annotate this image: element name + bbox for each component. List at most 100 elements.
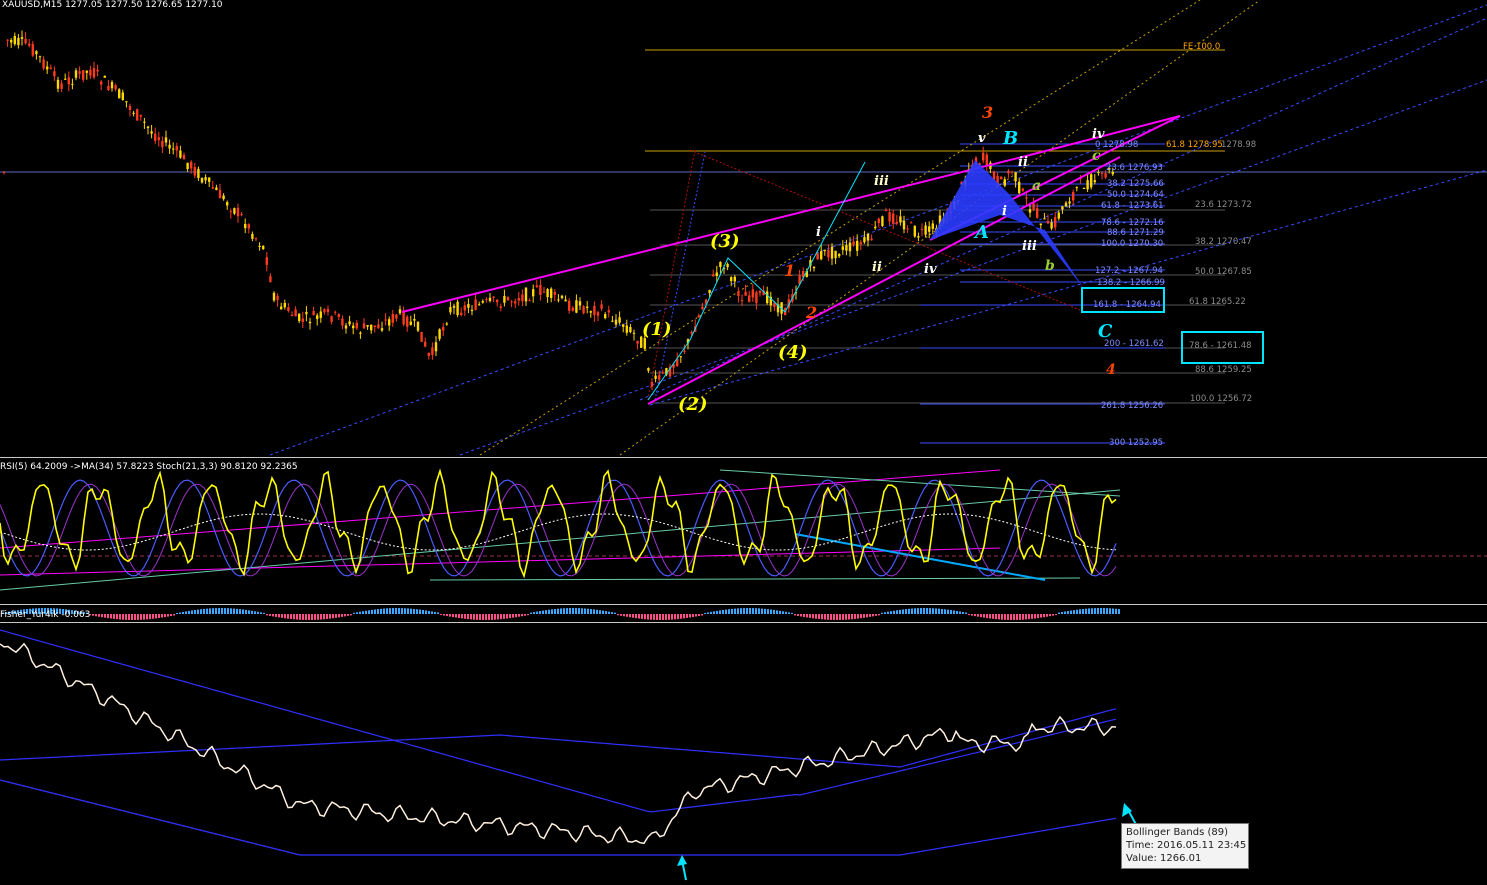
fisher-bar bbox=[944, 609, 946, 614]
candle-body bbox=[892, 213, 895, 224]
candle-body bbox=[683, 350, 686, 352]
candle-body bbox=[359, 332, 362, 334]
fisher-bar bbox=[167, 614, 169, 617]
fisher-bar bbox=[602, 610, 604, 614]
wave-label: (3) bbox=[710, 231, 740, 252]
fisher-bar bbox=[290, 614, 292, 620]
fisher-bar bbox=[884, 612, 886, 614]
candle-body bbox=[71, 83, 74, 85]
candle-body bbox=[499, 306, 502, 308]
fisher-bar bbox=[368, 610, 370, 614]
fib-label: 38.2 1270.47 bbox=[1195, 237, 1252, 247]
candle-body bbox=[863, 237, 866, 243]
candle-body bbox=[532, 289, 535, 297]
fisher-bar bbox=[1043, 614, 1045, 618]
fisher-bar bbox=[221, 608, 223, 614]
candle-body bbox=[1082, 187, 1086, 189]
fisher-bar bbox=[512, 614, 514, 618]
fisher-bar bbox=[323, 614, 325, 620]
fisher-bar bbox=[764, 608, 766, 614]
fisher-bar bbox=[443, 614, 445, 616]
chart-canvas[interactable]: FE 100.00 1278.98 61.8 1278.951278.9823.6… bbox=[0, 0, 1487, 885]
fisher-bar bbox=[836, 614, 838, 620]
candle-body bbox=[470, 309, 474, 312]
fisher-bar bbox=[389, 608, 391, 614]
fisher-bar bbox=[1016, 614, 1018, 620]
fisher-bar bbox=[695, 614, 697, 617]
fisher-bar bbox=[1058, 612, 1060, 614]
candle-body bbox=[308, 321, 312, 324]
fisher-bar bbox=[173, 614, 175, 616]
candle-body bbox=[110, 82, 114, 89]
fisher-bar bbox=[689, 614, 691, 618]
fisher-bar bbox=[647, 614, 649, 620]
fisher-bar bbox=[551, 609, 553, 614]
candle-body bbox=[492, 296, 495, 298]
candle-body bbox=[186, 162, 189, 170]
fisher-bar bbox=[143, 614, 145, 620]
fisher-bar bbox=[302, 614, 304, 620]
candle-body bbox=[586, 306, 589, 309]
fisher-bar bbox=[857, 614, 859, 619]
rsi-header: RSI(5) 64.2009 ->MA(34) 57.8223 Stoch(21… bbox=[0, 462, 298, 472]
fisher-bar bbox=[968, 614, 970, 616]
candle-body bbox=[506, 296, 510, 301]
fisher-bar bbox=[296, 614, 298, 620]
panel-separator[interactable] bbox=[0, 622, 1487, 623]
fisher-bar bbox=[773, 609, 775, 614]
candle-body bbox=[85, 70, 88, 73]
candle-body bbox=[398, 309, 402, 314]
fisher-bar bbox=[545, 610, 547, 614]
rsi-stoch-panel bbox=[0, 468, 1487, 591]
candle-body bbox=[719, 261, 722, 267]
fisher-bar bbox=[1094, 608, 1096, 614]
candle-body bbox=[848, 242, 852, 252]
fisher-bar bbox=[821, 614, 823, 620]
fisher-bar bbox=[161, 614, 163, 618]
fisher-bar bbox=[1076, 609, 1078, 614]
fisher-bar bbox=[395, 608, 397, 614]
fisher-bar bbox=[194, 609, 196, 614]
fisher-bar bbox=[1085, 608, 1087, 614]
fisher-bar bbox=[422, 610, 424, 614]
fisher-bar bbox=[509, 614, 511, 619]
fisher-bar bbox=[119, 614, 121, 620]
fisher-header: Fisher_Yur4ik -0.063 bbox=[0, 610, 91, 620]
fisher-bar bbox=[470, 614, 472, 620]
wave-label: (2) bbox=[678, 394, 708, 415]
candle-body bbox=[899, 216, 902, 223]
fisher-bar bbox=[632, 614, 634, 618]
fisher-bar bbox=[431, 611, 433, 614]
candle-body bbox=[1061, 206, 1064, 210]
candle-body bbox=[917, 236, 920, 238]
fisher-bar bbox=[524, 614, 526, 616]
fisher-bar bbox=[794, 614, 796, 616]
fisher-bar bbox=[578, 608, 580, 614]
fisher-bar bbox=[824, 614, 826, 620]
candle-body bbox=[136, 109, 139, 121]
fisher-bar bbox=[401, 608, 403, 614]
fisher-bar bbox=[347, 614, 349, 616]
fisher-bar bbox=[299, 614, 301, 620]
fisher-bar bbox=[980, 614, 982, 618]
candle-body bbox=[816, 253, 819, 260]
fisher-bar bbox=[329, 614, 331, 619]
fib-label: 50.0 1267.85 bbox=[1195, 267, 1252, 277]
fisher-bar bbox=[131, 614, 133, 620]
fisher-bar bbox=[185, 611, 187, 614]
candle-body bbox=[6, 39, 9, 41]
candle-body bbox=[316, 315, 319, 319]
panel-separator[interactable] bbox=[0, 604, 1487, 605]
panel-separator[interactable] bbox=[0, 457, 1487, 458]
fisher-bar bbox=[494, 614, 496, 620]
candle-body bbox=[1039, 223, 1042, 226]
fisher-bar bbox=[398, 608, 400, 614]
fisher-bar bbox=[1046, 614, 1048, 617]
fisher-bar bbox=[365, 610, 367, 614]
fisher-bar bbox=[626, 614, 628, 617]
fisher-bar bbox=[668, 614, 670, 620]
fisher-bar bbox=[908, 608, 910, 614]
candle-body bbox=[247, 224, 250, 229]
wave-label: iv bbox=[924, 262, 937, 277]
fib-label: FE 100.0 bbox=[1183, 42, 1220, 52]
